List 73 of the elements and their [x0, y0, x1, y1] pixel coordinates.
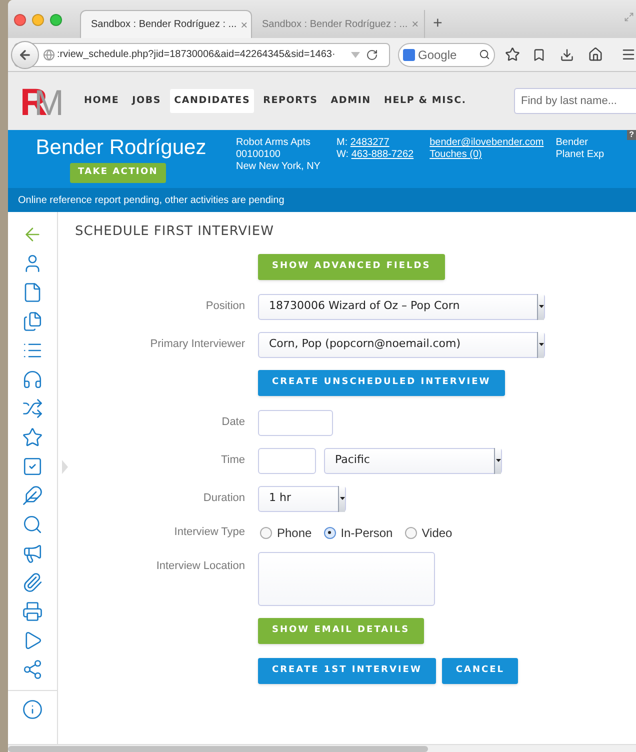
search-icon — [479, 49, 490, 60]
browser-tab[interactable]: Sandbox : Bender Rodríguez : ... × — [252, 10, 424, 38]
home-icon[interactable] — [588, 47, 603, 62]
search-field[interactable]: Find by last name... — [514, 88, 636, 114]
nav-link[interactable]: ADMIN — [326, 89, 375, 113]
nav-link[interactable]: JOBS — [128, 89, 166, 113]
action-button[interactable]: CREATE UNSCHEDULED INTERVIEW — [258, 370, 505, 396]
page-title: SCHEDULE FIRST INTERVIEW — [75, 223, 275, 241]
browser-tab[interactable]: Sandbox : Bender Rodríguez : ... × — [80, 10, 252, 38]
info-icon[interactable] — [22, 699, 43, 720]
company-text: Bender — [556, 137, 589, 149]
phone-link[interactable]: 2483277 — [350, 137, 390, 148]
email-link[interactable]: bender@ilovebender.com — [430, 137, 544, 149]
address-line: New New York, NY — [236, 161, 320, 173]
bookmarks-icon[interactable] — [532, 48, 546, 62]
duration-select[interactable]: 1 hr — [258, 486, 346, 512]
create-button[interactable]: CREATE 1ST INTERVIEW — [258, 658, 436, 684]
paperclip-icon[interactable] — [22, 572, 43, 593]
feather-icon[interactable] — [22, 485, 43, 506]
phone-number: M: 2483277 — [336, 137, 390, 149]
menu-icon[interactable] — [621, 47, 636, 62]
field-label: Date — [220, 415, 245, 430]
address-line: Robot Arms Apts — [236, 137, 312, 149]
window-control-icon[interactable] — [50, 14, 62, 26]
field-label: Position — [204, 299, 245, 314]
share-icon[interactable] — [22, 659, 43, 680]
tab-title[interactable]: Sandbox : Bender Rodríguez : ... — [262, 16, 408, 32]
reload-icon[interactable] — [366, 48, 378, 60]
phone-number: W: 463-888-7262 — [336, 149, 414, 161]
alert-text: Online reference report pending, other activities are pending — [18, 194, 284, 208]
radio-option[interactable]: In-Person — [324, 524, 393, 542]
close-tab-icon[interactable]: × — [240, 16, 248, 34]
company-text: Planet Exp — [556, 149, 604, 161]
scrollbar-thumb[interactable] — [8, 746, 428, 752]
select-field[interactable]: 18730006 Wizard of Oz – Pop Corn — [258, 294, 545, 320]
globe-icon — [43, 48, 55, 60]
nav-link[interactable]: HOME — [80, 89, 124, 113]
document-icon[interactable] — [22, 282, 43, 303]
field-label: Primary Interviewer — [149, 337, 245, 352]
window-control-icon[interactable] — [14, 14, 26, 26]
touches-link[interactable]: Touches (0) — [430, 149, 544, 161]
help-icon[interactable]: ? — [627, 130, 636, 140]
field-label: Time — [220, 453, 245, 468]
time-field[interactable] — [258, 448, 316, 474]
field-label: Duration — [202, 491, 245, 506]
radio-option[interactable]: Phone — [260, 524, 312, 542]
search-engine-field[interactable]: Google — [398, 42, 495, 66]
field-label: Interview Type — [173, 525, 245, 540]
star-icon[interactable] — [22, 427, 43, 448]
field-label: Interview Location — [155, 558, 245, 574]
nav-link[interactable]: REPORTS — [259, 89, 322, 113]
date-field[interactable] — [258, 410, 333, 436]
documents-icon[interactable] — [22, 311, 43, 332]
printer-icon[interactable] — [22, 601, 43, 622]
phone-link[interactable]: 463-888-7262 — [351, 149, 414, 160]
select-field[interactable]: Corn, Pop (popcorn@noemail.com) — [258, 332, 545, 358]
bookmark-star-icon[interactable] — [505, 47, 520, 62]
candidate-name: Bender Rodríguez — [36, 135, 206, 161]
radio-option[interactable]: Video — [404, 524, 452, 542]
nav-link[interactable]: HELP & MISC. — [380, 89, 470, 113]
timezone-select[interactable]: Pacific — [324, 448, 502, 474]
back-button[interactable] — [11, 40, 39, 68]
megaphone-icon[interactable] — [22, 543, 43, 564]
address-line: 00100100 — [236, 149, 282, 161]
shuffle-icon[interactable] — [22, 398, 43, 419]
search-icon[interactable] — [22, 514, 43, 535]
cancel-button[interactable]: CANCEL — [442, 658, 518, 684]
checkbox-icon[interactable] — [22, 456, 43, 477]
search-engine-icon — [403, 48, 415, 60]
nav-link[interactable]: CANDIDATES — [170, 89, 254, 113]
tab-title[interactable]: Sandbox : Bender Rodríguez : ... — [91, 17, 237, 32]
headset-icon[interactable] — [22, 369, 43, 390]
download-icon[interactable] — [560, 48, 574, 62]
